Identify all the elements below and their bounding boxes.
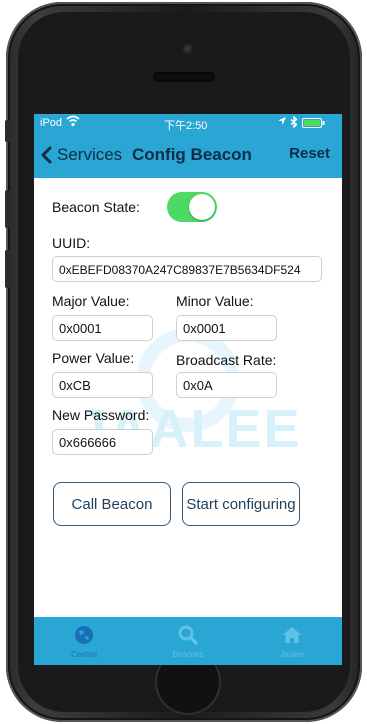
status-bar: iPod 下午2:50 (34, 114, 342, 132)
search-icon (178, 625, 198, 645)
beacon-state-toggle[interactable] (167, 192, 217, 222)
toggle-knob (189, 194, 215, 220)
beacon-state-label: Beacon State: (52, 199, 140, 215)
navigation-bar: Services Config Beacon Reset (34, 132, 342, 178)
tab-beacons[interactable]: Beacons (138, 617, 238, 665)
earpiece-speaker (153, 72, 215, 82)
bluetooth-icon (290, 115, 298, 131)
broadcast-rate-field[interactable]: 0x0A (176, 372, 277, 398)
location-icon (277, 116, 287, 129)
carrier-label: iPod (40, 117, 63, 129)
new-password-field[interactable]: 0x666666 (52, 429, 153, 455)
new-password-label: New Password: (52, 407, 150, 423)
home-icon (283, 627, 301, 643)
reset-button[interactable]: Reset (289, 145, 330, 162)
power-value-label: Power Value: (52, 350, 135, 366)
start-configuring-button[interactable]: Start configuring (182, 482, 300, 526)
mute-switch (5, 120, 10, 142)
broadcast-rate-label: Broadcast Rate: (176, 352, 277, 368)
tab-beacons-label: Beacons (172, 650, 204, 659)
minor-value-label: Minor Value: (176, 293, 254, 309)
call-beacon-button[interactable]: Call Beacon (53, 482, 171, 526)
major-value-label: Major Value: (52, 293, 130, 309)
volume-up-button (5, 190, 10, 228)
tab-central-label: Central (71, 650, 97, 659)
major-value-field[interactable]: 0x0001 (52, 315, 153, 341)
front-camera (183, 44, 194, 55)
wifi-icon (66, 115, 80, 130)
power-value-field[interactable]: 0xCB (52, 372, 153, 398)
clock: 下午2:50 (164, 120, 208, 132)
tab-bar: Central Beacons Jaalee (34, 617, 342, 665)
page-title: Config Beacon (132, 145, 252, 164)
chevron-left-icon (41, 146, 52, 164)
tab-jaalee[interactable]: Jaalee (242, 617, 342, 665)
back-button[interactable]: Services (40, 145, 122, 165)
minor-value-field[interactable]: 0x0001 (176, 315, 277, 341)
config-form: JAALEE Beacon State: UUID: 0xEBEFD08370A… (34, 178, 342, 615)
uuid-field[interactable]: 0xEBEFD08370A247C89837E7B5634DF524 (52, 256, 322, 282)
volume-down-button (5, 250, 10, 288)
tab-central[interactable]: Central (34, 617, 134, 665)
battery-icon (302, 118, 326, 131)
tab-jaalee-label: Jaalee (280, 650, 304, 659)
globe-icon (75, 626, 93, 644)
app-screen: iPod 下午2:50 Services Config Beacon Reset… (34, 114, 342, 665)
back-button-label: Services (57, 145, 123, 164)
uuid-label: UUID: (52, 235, 91, 251)
